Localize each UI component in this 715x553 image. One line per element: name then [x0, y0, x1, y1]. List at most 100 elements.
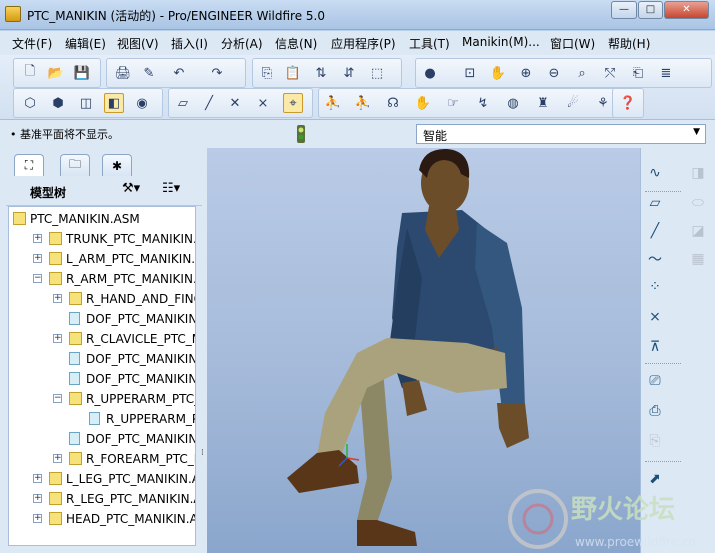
tree-row[interactable]: + R_FOREARM_PTC_M	[9, 449, 195, 469]
tab-folder-browser[interactable]: 🗀	[60, 154, 90, 176]
expand-icon[interactable]: +	[33, 234, 42, 243]
wireframe-icon[interactable]: ⬡	[20, 93, 40, 113]
hidden-line-icon[interactable]: ⬢	[48, 93, 68, 113]
csys-display-icon[interactable]: ⨯	[253, 93, 273, 113]
point-icon[interactable]: ⁘	[644, 276, 666, 298]
menu-view[interactable]: 视图(V)	[117, 35, 159, 52]
refit-icon[interactable]: ⌕	[572, 63, 592, 83]
pattern-icon[interactable]: ▦	[687, 248, 709, 270]
tree-settings-button[interactable]: ⚒▾	[122, 181, 140, 196]
context-help-icon[interactable]: ❓	[618, 93, 638, 113]
enhanced-realism-icon[interactable]: ◉	[132, 93, 152, 113]
copy-icon[interactable]: ⎘	[257, 63, 277, 83]
tab-favorites[interactable]: ✱	[102, 154, 132, 176]
tree-row[interactable]: − R_UPPERARM_PTC_	[9, 389, 195, 409]
collapse-icon[interactable]: −	[33, 274, 42, 283]
regenerate-manager-icon[interactable]: ⇵	[339, 63, 359, 83]
analysis-icon[interactable]: ⊼	[644, 336, 666, 358]
manikin-tool-4-icon[interactable]: ✋	[413, 93, 433, 113]
menu-info[interactable]: 信息(N)	[275, 35, 317, 52]
tree-row[interactable]: + L_LEG_PTC_MANIKIN.AS	[9, 469, 195, 489]
undo-icon[interactable]: ↶	[169, 63, 189, 83]
tree-row[interactable]: DOF_PTC_MANIKIN	[9, 369, 195, 389]
mirror-icon[interactable]: ◨	[687, 162, 709, 184]
copy-feature-icon[interactable]: ⎘	[644, 430, 666, 452]
trim-icon[interactable]: ◪	[687, 220, 709, 242]
axis-display-icon[interactable]: ╱	[199, 93, 219, 113]
model-tree[interactable]: PTC_MANIKIN.ASM + TRUNK_PTC_MANIKIN.A + L_AR…	[8, 206, 196, 546]
tree-row[interactable]: + R_LEG_PTC_MANIKIN.AS	[9, 489, 195, 509]
close-button[interactable]: ✕	[664, 1, 709, 19]
merge-icon[interactable]: ⬭	[687, 192, 709, 214]
point-display-icon[interactable]: ✕	[225, 93, 245, 113]
tree-row[interactable]: DOF_PTC_MANIKIN	[9, 349, 195, 369]
tree-row[interactable]: R_UPPERARM_PT	[9, 409, 195, 429]
saved-views-icon[interactable]: ⎗	[628, 63, 648, 83]
tree-row[interactable]: + R_HAND_AND_FINGE	[9, 289, 195, 309]
menu-file[interactable]: 文件(F)	[12, 35, 52, 52]
open-icon[interactable]: 📂	[46, 63, 66, 83]
menu-manikin[interactable]: Manikin(M)...	[462, 35, 540, 49]
tree-row[interactable]: DOF_PTC_MANIKIN	[9, 429, 195, 449]
menu-tools[interactable]: 工具(T)	[409, 35, 450, 52]
minimize-button[interactable]: —	[611, 1, 637, 19]
print-icon[interactable]: 🖨	[113, 63, 133, 83]
tree-row[interactable]: DOF_PTC_MANIKIN	[9, 309, 195, 329]
plane-display-icon[interactable]: ▱	[173, 93, 193, 113]
tree-row[interactable]: + TRUNK_PTC_MANIKIN.A	[9, 229, 195, 249]
layers-icon[interactable]: ≣	[656, 63, 676, 83]
curve-icon[interactable]: 〜	[644, 248, 666, 270]
manikin-tool-2-icon[interactable]: ⛹	[353, 93, 373, 113]
no-hidden-icon[interactable]: ◫	[76, 93, 96, 113]
maximize-button[interactable]: □	[638, 1, 663, 19]
csys-icon[interactable]: ⨯	[644, 306, 666, 328]
tab-model-tree[interactable]: ⛶	[14, 154, 44, 176]
save-icon[interactable]: 💾	[72, 63, 92, 83]
panel-resize-grip[interactable]: ⁞	[201, 448, 204, 458]
redo-icon[interactable]: ↷	[207, 63, 227, 83]
manikin-tool-5-icon[interactable]: ☞	[443, 93, 463, 113]
email-icon[interactable]: ✎	[139, 63, 159, 83]
tree-row[interactable]: + L_ARM_PTC_MANIKIN.A	[9, 249, 195, 269]
expand-icon[interactable]: +	[33, 474, 42, 483]
collapse-icon[interactable]: −	[53, 394, 62, 403]
tree-row[interactable]: + R_CLAVICLE_PTC_M	[9, 329, 195, 349]
plane-icon[interactable]: ▱	[644, 192, 666, 214]
axis-icon[interactable]: ╱	[644, 220, 666, 242]
paste-icon[interactable]: 📋	[283, 63, 303, 83]
zoom-out-icon[interactable]: ⊖	[544, 63, 564, 83]
sketch-icon[interactable]: ∿	[644, 162, 666, 184]
menu-window[interactable]: 窗口(W)	[550, 35, 595, 52]
tree-row[interactable]: − R_ARM_PTC_MANIKIN.A	[9, 269, 195, 289]
manikin-tool-6-icon[interactable]: ↯	[473, 93, 493, 113]
zoom-in-icon[interactable]: ⊕	[516, 63, 536, 83]
select-box-icon[interactable]: ⬚	[367, 63, 387, 83]
expand-icon[interactable]: +	[53, 334, 62, 343]
selection-filter-select[interactable]: 智能 ▼	[416, 124, 706, 144]
expand-icon[interactable]: +	[53, 294, 62, 303]
manikin-tool-10-icon[interactable]: ⚘	[593, 93, 613, 113]
expand-icon[interactable]: +	[53, 454, 62, 463]
manikin-tool-7-icon[interactable]: ◍	[503, 93, 523, 113]
menu-applications[interactable]: 应用程序(P)	[331, 35, 396, 52]
repaint-icon[interactable]: ⊡	[460, 63, 480, 83]
pan-icon[interactable]: ✋	[488, 63, 508, 83]
expand-icon[interactable]: +	[33, 254, 42, 263]
menu-analysis[interactable]: 分析(A)	[221, 35, 263, 52]
expand-icon[interactable]: +	[33, 494, 42, 503]
menu-help[interactable]: 帮助(H)	[608, 35, 650, 52]
offset-icon[interactable]: ⎚	[644, 370, 666, 392]
expand-icon[interactable]: +	[33, 514, 42, 523]
tree-show-button[interactable]: ☷▾	[162, 181, 180, 196]
tree-row[interactable]: + HEAD_PTC_MANIKIN.AS	[9, 509, 195, 529]
spin-center-icon[interactable]: ⌖	[283, 93, 303, 113]
menu-edit[interactable]: 编辑(E)	[65, 35, 106, 52]
reorient-icon[interactable]: ⤲	[600, 63, 620, 83]
extend-icon[interactable]: ⎙	[644, 400, 666, 422]
new-icon[interactable]: 🗋	[20, 63, 40, 83]
tree-row[interactable]: PTC_MANIKIN.ASM	[9, 209, 195, 229]
manikin-tool-8-icon[interactable]: ♜	[533, 93, 553, 113]
menu-insert[interactable]: 插入(I)	[171, 35, 208, 52]
manikin-tool-1-icon[interactable]: ⛹	[323, 93, 343, 113]
regenerate-icon[interactable]: ⇅	[311, 63, 331, 83]
